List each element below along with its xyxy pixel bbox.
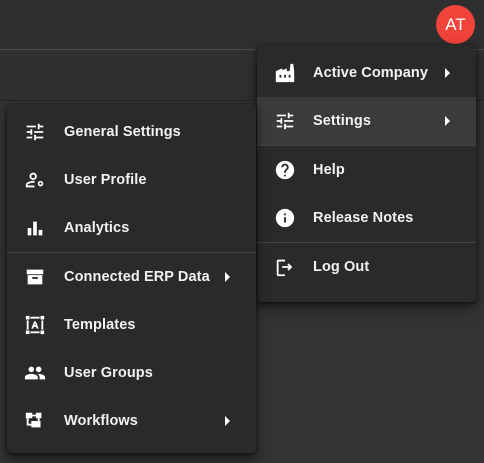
menu-item-label: Settings — [313, 113, 371, 129]
menu-item-label: Templates — [64, 317, 136, 333]
menu-item-settings[interactable]: Settings — [257, 97, 476, 145]
factory-icon — [273, 61, 297, 85]
menu-item-analytics[interactable]: Analytics — [7, 204, 256, 252]
tune-icon — [23, 120, 47, 144]
user-gear-icon — [23, 168, 47, 192]
help-circle-icon — [273, 158, 297, 182]
menu-item-active-company[interactable]: Active Company — [257, 49, 476, 97]
chevron-right-icon — [225, 272, 230, 282]
chevron-right-icon — [225, 416, 230, 426]
menu-item-log-out[interactable]: Log Out — [257, 243, 476, 291]
menu-item-label: Release Notes — [313, 210, 414, 226]
chevron-right-icon — [445, 68, 450, 78]
settings-submenu: General Settings User Profile Analytics … — [7, 104, 256, 453]
tune-icon — [273, 109, 297, 133]
info-icon — [273, 206, 297, 230]
menu-item-label: User Profile — [64, 172, 147, 188]
template-icon — [23, 313, 47, 337]
user-avatar-button[interactable]: AT — [436, 5, 475, 44]
account-menu: Active Company Settings Help Release Not… — [257, 45, 476, 302]
menu-item-connected-erp-data[interactable]: Connected ERP Data — [7, 253, 256, 301]
bar-chart-icon — [23, 216, 47, 240]
menu-item-release-notes[interactable]: Release Notes — [257, 194, 476, 242]
menu-item-user-groups[interactable]: User Groups — [7, 349, 256, 397]
avatar-initials: AT — [445, 14, 466, 34]
logout-icon — [273, 255, 297, 279]
menu-item-label: Log Out — [313, 259, 370, 275]
menu-item-label: Workflows — [64, 413, 138, 429]
archive-icon — [23, 265, 47, 289]
menu-item-label: General Settings — [64, 124, 181, 140]
menu-item-label: User Groups — [64, 365, 153, 381]
chevron-right-icon — [445, 116, 450, 126]
menu-item-templates[interactable]: Templates — [7, 301, 256, 349]
menu-item-general-settings[interactable]: General Settings — [7, 108, 256, 156]
menu-item-workflows[interactable]: Workflows — [7, 397, 256, 445]
menu-item-label: Analytics — [64, 220, 130, 236]
top-app-bar — [0, 0, 484, 50]
menu-item-label: Connected ERP Data — [64, 269, 210, 285]
menu-item-label: Help — [313, 162, 345, 178]
menu-item-user-profile[interactable]: User Profile — [7, 156, 256, 204]
menu-item-help[interactable]: Help — [257, 146, 476, 194]
group-icon — [23, 361, 47, 385]
menu-item-label: Active Company — [313, 65, 429, 81]
workflow-icon — [23, 409, 47, 433]
